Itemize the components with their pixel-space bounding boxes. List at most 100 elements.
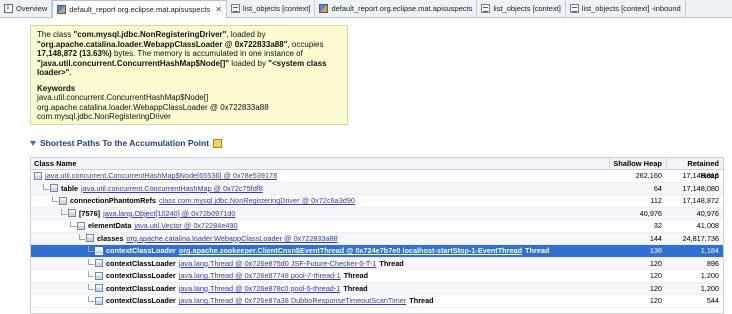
object-link[interactable]: java.lang.Object[10240] @ 0x72b0971d0 xyxy=(103,209,235,218)
column-header-class-name[interactable]: Class Name xyxy=(31,159,609,168)
tab-0[interactable]: Overview xyxy=(0,0,53,17)
field-name: classes xyxy=(97,233,124,243)
object-icon xyxy=(95,284,103,293)
object-link[interactable]: java.lang.Thread @ 0x726e87a38 DubboResp… xyxy=(179,296,407,305)
object-link[interactable]: java.lang.Thread @ 0x726e878c0 pool-5-th… xyxy=(179,284,341,293)
tab-label: Overview xyxy=(16,4,48,13)
object-icon xyxy=(86,234,94,243)
shallow-heap-cell: 112 xyxy=(650,196,662,206)
object-link[interactable]: java.util.concurrent.ConcurrentHashMap @… xyxy=(81,184,263,193)
table-row[interactable]: elementData java.util.Vector @ 0x72284e49… xyxy=(31,220,723,233)
table-row[interactable]: contextClassLoader org.apache.zookeeper.C… xyxy=(31,245,723,258)
table-row[interactable]: connectionPhantomRefs class com.mysql.jdb… xyxy=(31,195,723,208)
field-name: contextClassLoader xyxy=(106,246,176,256)
retained-heap-cell: 17,148,016 xyxy=(682,171,719,181)
field-name: [7576] xyxy=(79,208,101,218)
field-name: contextClassLoader xyxy=(106,271,176,281)
object-icon xyxy=(77,221,85,230)
class-name-cell: elementData java.util.Vector @ 0x72284e49… xyxy=(31,221,609,230)
object-icon xyxy=(95,259,103,268)
shallow-heap-cell: 120 xyxy=(649,271,662,281)
object-icon xyxy=(95,246,103,255)
tab-label: list_objects [context] xyxy=(242,4,311,13)
tab-label: list_objects [context] -inbound xyxy=(581,4,681,13)
table-row[interactable]: contextClassLoader java.lang.Thread @ 0x7… xyxy=(31,282,723,295)
field-name: connectionPhantomRefs xyxy=(70,196,156,206)
tab-2[interactable]: list_objects [context] xyxy=(227,0,316,17)
list-icon xyxy=(569,4,579,13)
object-link[interactable]: class com.mysql.jdbc.NonRegisteringDrive… xyxy=(159,196,355,205)
close-tab-icon[interactable]: ✕ xyxy=(215,5,222,14)
table-row[interactable]: contextClassLoader java.lang.Thread @ 0x7… xyxy=(31,257,723,270)
object-icon xyxy=(34,171,42,180)
table-row[interactable]: java.util.concurrent.ConcurrentHashMap$N… xyxy=(31,170,723,183)
retained-heap-cell: 17,148,080 xyxy=(682,183,719,193)
object-type-suffix: Thread xyxy=(343,271,369,281)
object-link[interactable]: java.util.Vector @ 0x72284e490 xyxy=(134,221,237,230)
retained-heap-cell: 896 xyxy=(706,258,719,268)
table-row[interactable]: classes org.apache.catalina.loader.Webapp… xyxy=(31,232,723,245)
tree-connector-icon xyxy=(79,233,85,240)
list-icon xyxy=(230,4,240,13)
collapse-triangle-icon[interactable] xyxy=(30,140,36,146)
leak-suspect-description: The class "com.mysql.jdbc.NonRegistering… xyxy=(30,25,348,125)
shallow-heap-cell: 40,976 xyxy=(639,208,662,218)
retained-heap-cell: 24,817,736 xyxy=(682,233,719,243)
suspect-accumulator: "java.util.concurrent.ConcurrentHashMap$… xyxy=(37,58,230,68)
shallow-heap-cell: 120 xyxy=(649,283,662,293)
object-link[interactable]: java.lang.Thread @ 0x726e875d0 JSF-Futur… xyxy=(179,259,377,268)
class-name-cell: contextClassLoader java.lang.Thread @ 0x7… xyxy=(31,258,609,268)
tab-4[interactable]: list_objects [context] xyxy=(477,0,566,17)
tab-1[interactable]: default_report org.eclipse.mat.apisuspec… xyxy=(52,0,227,18)
report-icon xyxy=(57,5,67,14)
suspect-classloader: "org.apache.catalina.loader.WebappClassL… xyxy=(37,39,288,49)
table-row[interactable]: contextClassLoader java.lang.Thread @ 0x7… xyxy=(31,270,723,283)
keyword-item: org.apache.catalina.loader.WebappClassLo… xyxy=(37,102,269,112)
shallow-heap-cell: 64 xyxy=(653,183,662,193)
shallow-heap-cell: 120 xyxy=(649,258,662,268)
shortest-paths-section-header[interactable]: Shortest Paths To the Accumulation Point xyxy=(30,138,223,148)
class-name-cell: contextClassLoader java.lang.Thread @ 0x7… xyxy=(31,283,609,293)
object-icon xyxy=(95,271,103,280)
field-name: elementData xyxy=(88,221,132,231)
column-header-retained-heap[interactable]: Retained Heap xyxy=(666,158,723,180)
class-name-cell: connectionPhantomRefs class com.mysql.jdb… xyxy=(31,196,609,205)
keywords-title: Keywords xyxy=(37,83,76,93)
tab-label: default_report org.eclipse.mat.apisuspec… xyxy=(331,4,473,13)
table-row[interactable]: table java.util.concurrent.ConcurrentHash… xyxy=(31,182,723,195)
paths-table: Class Name Shallow Heap Retained Heap ja… xyxy=(30,157,724,314)
shallow-heap-cell: 120 xyxy=(649,296,662,306)
class-name-cell: table java.util.concurrent.ConcurrentHash… xyxy=(31,183,609,193)
retained-heap-cell: 17,148,872 xyxy=(682,196,719,206)
object-link[interactable]: java.util.concurrent.ConcurrentHashMap$N… xyxy=(45,171,277,180)
column-header-shallow-heap[interactable]: Shallow Heap xyxy=(609,158,666,170)
tab-label: default_report org.eclipse.mat.apisuspec… xyxy=(69,5,211,14)
field-name: contextClassLoader xyxy=(106,258,176,268)
object-link[interactable]: org.apache.catalina.loader.WebappClassLo… xyxy=(126,234,337,243)
field-name: contextClassLoader xyxy=(106,296,176,306)
retained-heap-cell: 40,976 xyxy=(696,208,719,218)
field-name: contextClassLoader xyxy=(106,283,176,293)
section-title: Shortest Paths To the Accumulation Point xyxy=(40,138,210,148)
table-row[interactable]: contextClassLoader java.lang.Thread @ 0x7… xyxy=(31,295,723,308)
object-link[interactable]: org.apache.zookeeper.ClientCnxn$EventThr… xyxy=(179,246,522,255)
retained-heap-cell: 544 xyxy=(706,296,719,306)
list-icon xyxy=(481,4,491,13)
object-type-suffix: Thread xyxy=(343,283,368,293)
object-type-suffix: Thread xyxy=(379,258,404,268)
tab-5[interactable]: list_objects [context] -inbound xyxy=(566,0,686,17)
table-row[interactable]: [7576] java.lang.Object[10240] @ 0x72b097… xyxy=(31,207,723,220)
tree-connector-icon xyxy=(88,246,94,253)
class-name-cell: java.util.concurrent.ConcurrentHashMap$N… xyxy=(31,171,609,180)
tab-3[interactable]: default_report org.eclipse.mat.apisuspec… xyxy=(315,0,478,17)
retained-heap-cell: 1,200 xyxy=(700,271,719,281)
retained-heap-cell: 41,008 xyxy=(696,221,719,231)
object-type-suffix: Thread xyxy=(409,296,434,306)
object-type-suffix: Thread xyxy=(525,246,550,256)
tree-connector-icon xyxy=(88,296,94,303)
object-link[interactable]: java.lang.Thread @ 0x726e87748 pool-7-th… xyxy=(179,271,341,280)
shallow-heap-cell: 136 xyxy=(649,246,662,256)
tree-connector-icon xyxy=(88,258,94,265)
details-icon[interactable] xyxy=(213,138,223,148)
shallow-heap-cell: 32 xyxy=(653,221,662,231)
